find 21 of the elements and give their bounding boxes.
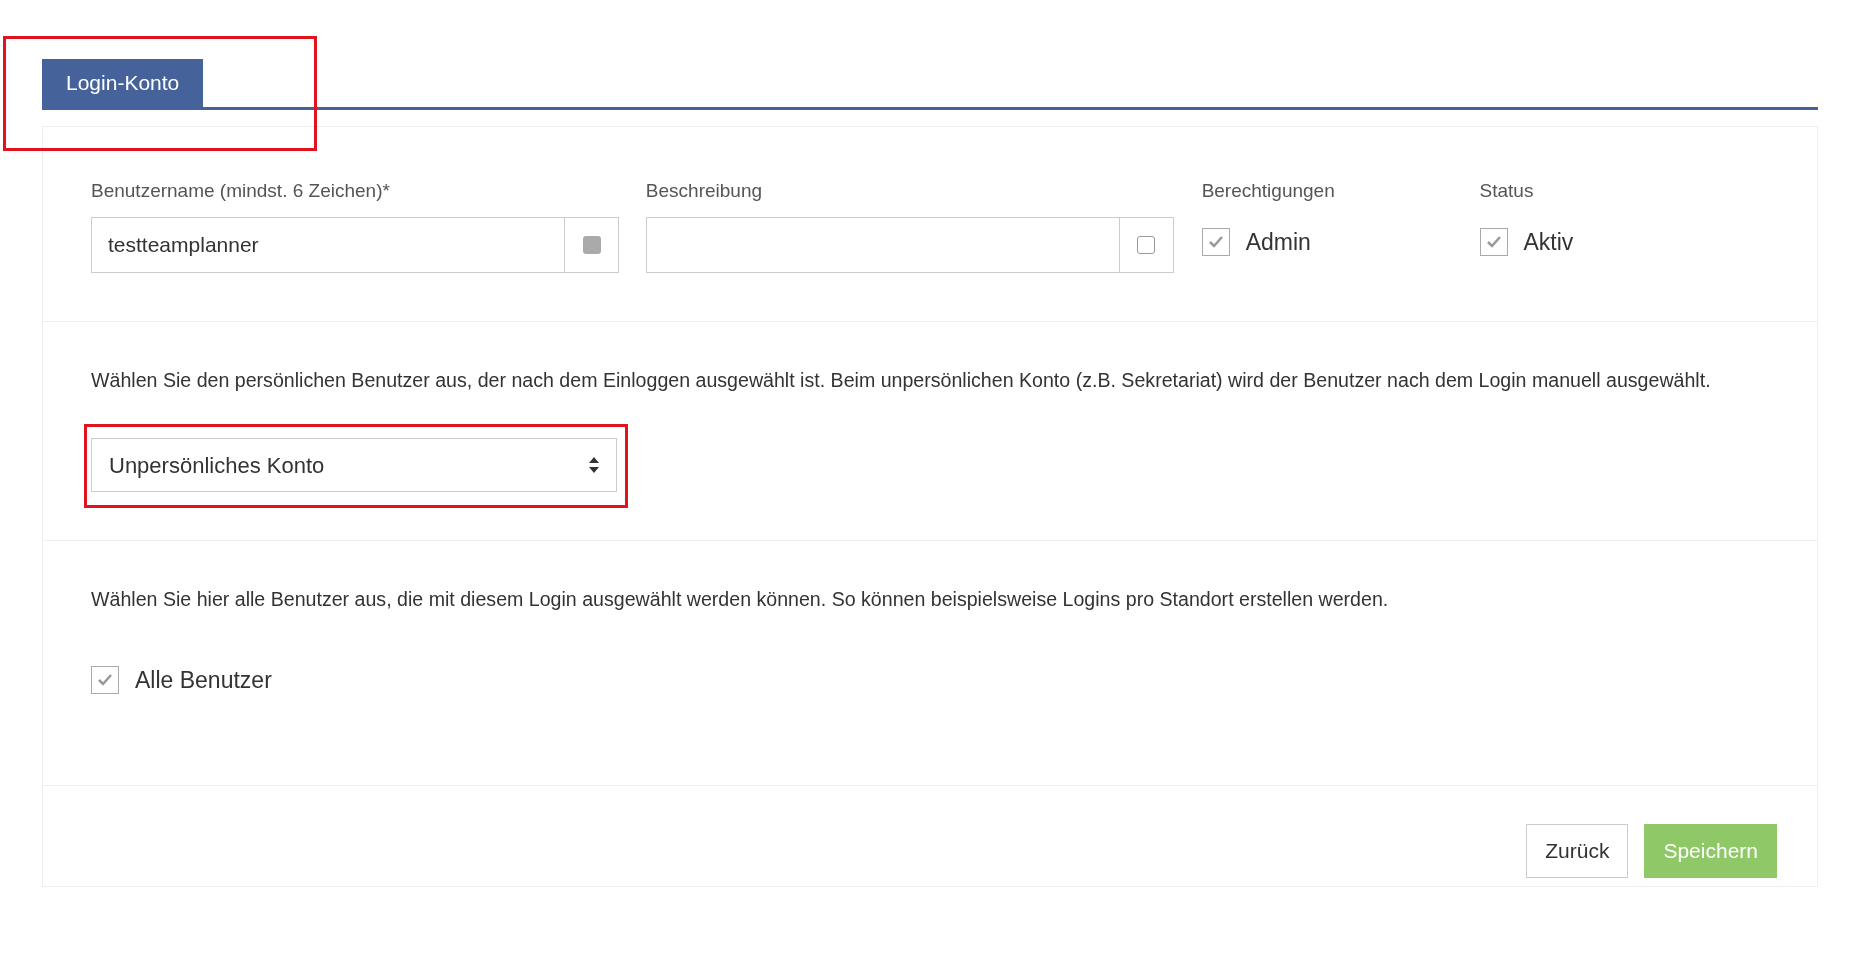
text-field[interactable]: testteamplanner <box>91 217 564 273</box>
checkbox[interactable] <box>91 665 119 694</box>
group-label: Status <box>1479 178 1535 203</box>
instruction-text: Wählen Sie hier alle Benutzer aus, die mit diesem Login ausgewählt werden können. So können beispielsweise Logins pro Standort erstellen werden. <box>91 587 1390 613</box>
back-button[interactable]: Zurück <box>1526 824 1629 878</box>
field-label: Benutzername (mindst. 6 Zeichen)* <box>91 178 391 203</box>
field-label: Beschreibung <box>645 178 764 203</box>
select-dropdown[interactable]: Unpersönliches Konto <box>91 438 617 493</box>
group-label: Berechtigungen <box>1201 178 1336 203</box>
checkmark-icon <box>1207 235 1224 250</box>
checkbox-label: Alle Benutzer <box>135 665 272 695</box>
checkmark-icon <box>1485 235 1502 250</box>
text-field[interactable] <box>645 217 1119 273</box>
checkbox-label: Admin <box>1245 228 1311 257</box>
checkbox-label: Aktiv <box>1523 228 1574 257</box>
checkmark-icon <box>97 672 113 687</box>
sort-arrows-icon <box>588 456 600 475</box>
instruction-text: Wählen Sie den persönlichen Benutzer aus, der nach dem Einloggen ausgewählt ist. Beim unpersönlichen Konto (z.B. Sekretariat) wird der Benutzer nach dem Login manuell ausgewählt. <box>91 368 1712 393</box>
tab[interactable]: Login-Konto <box>42 59 204 107</box>
checkbox[interactable] <box>1479 228 1508 257</box>
checkbox[interactable] <box>1201 228 1230 257</box>
